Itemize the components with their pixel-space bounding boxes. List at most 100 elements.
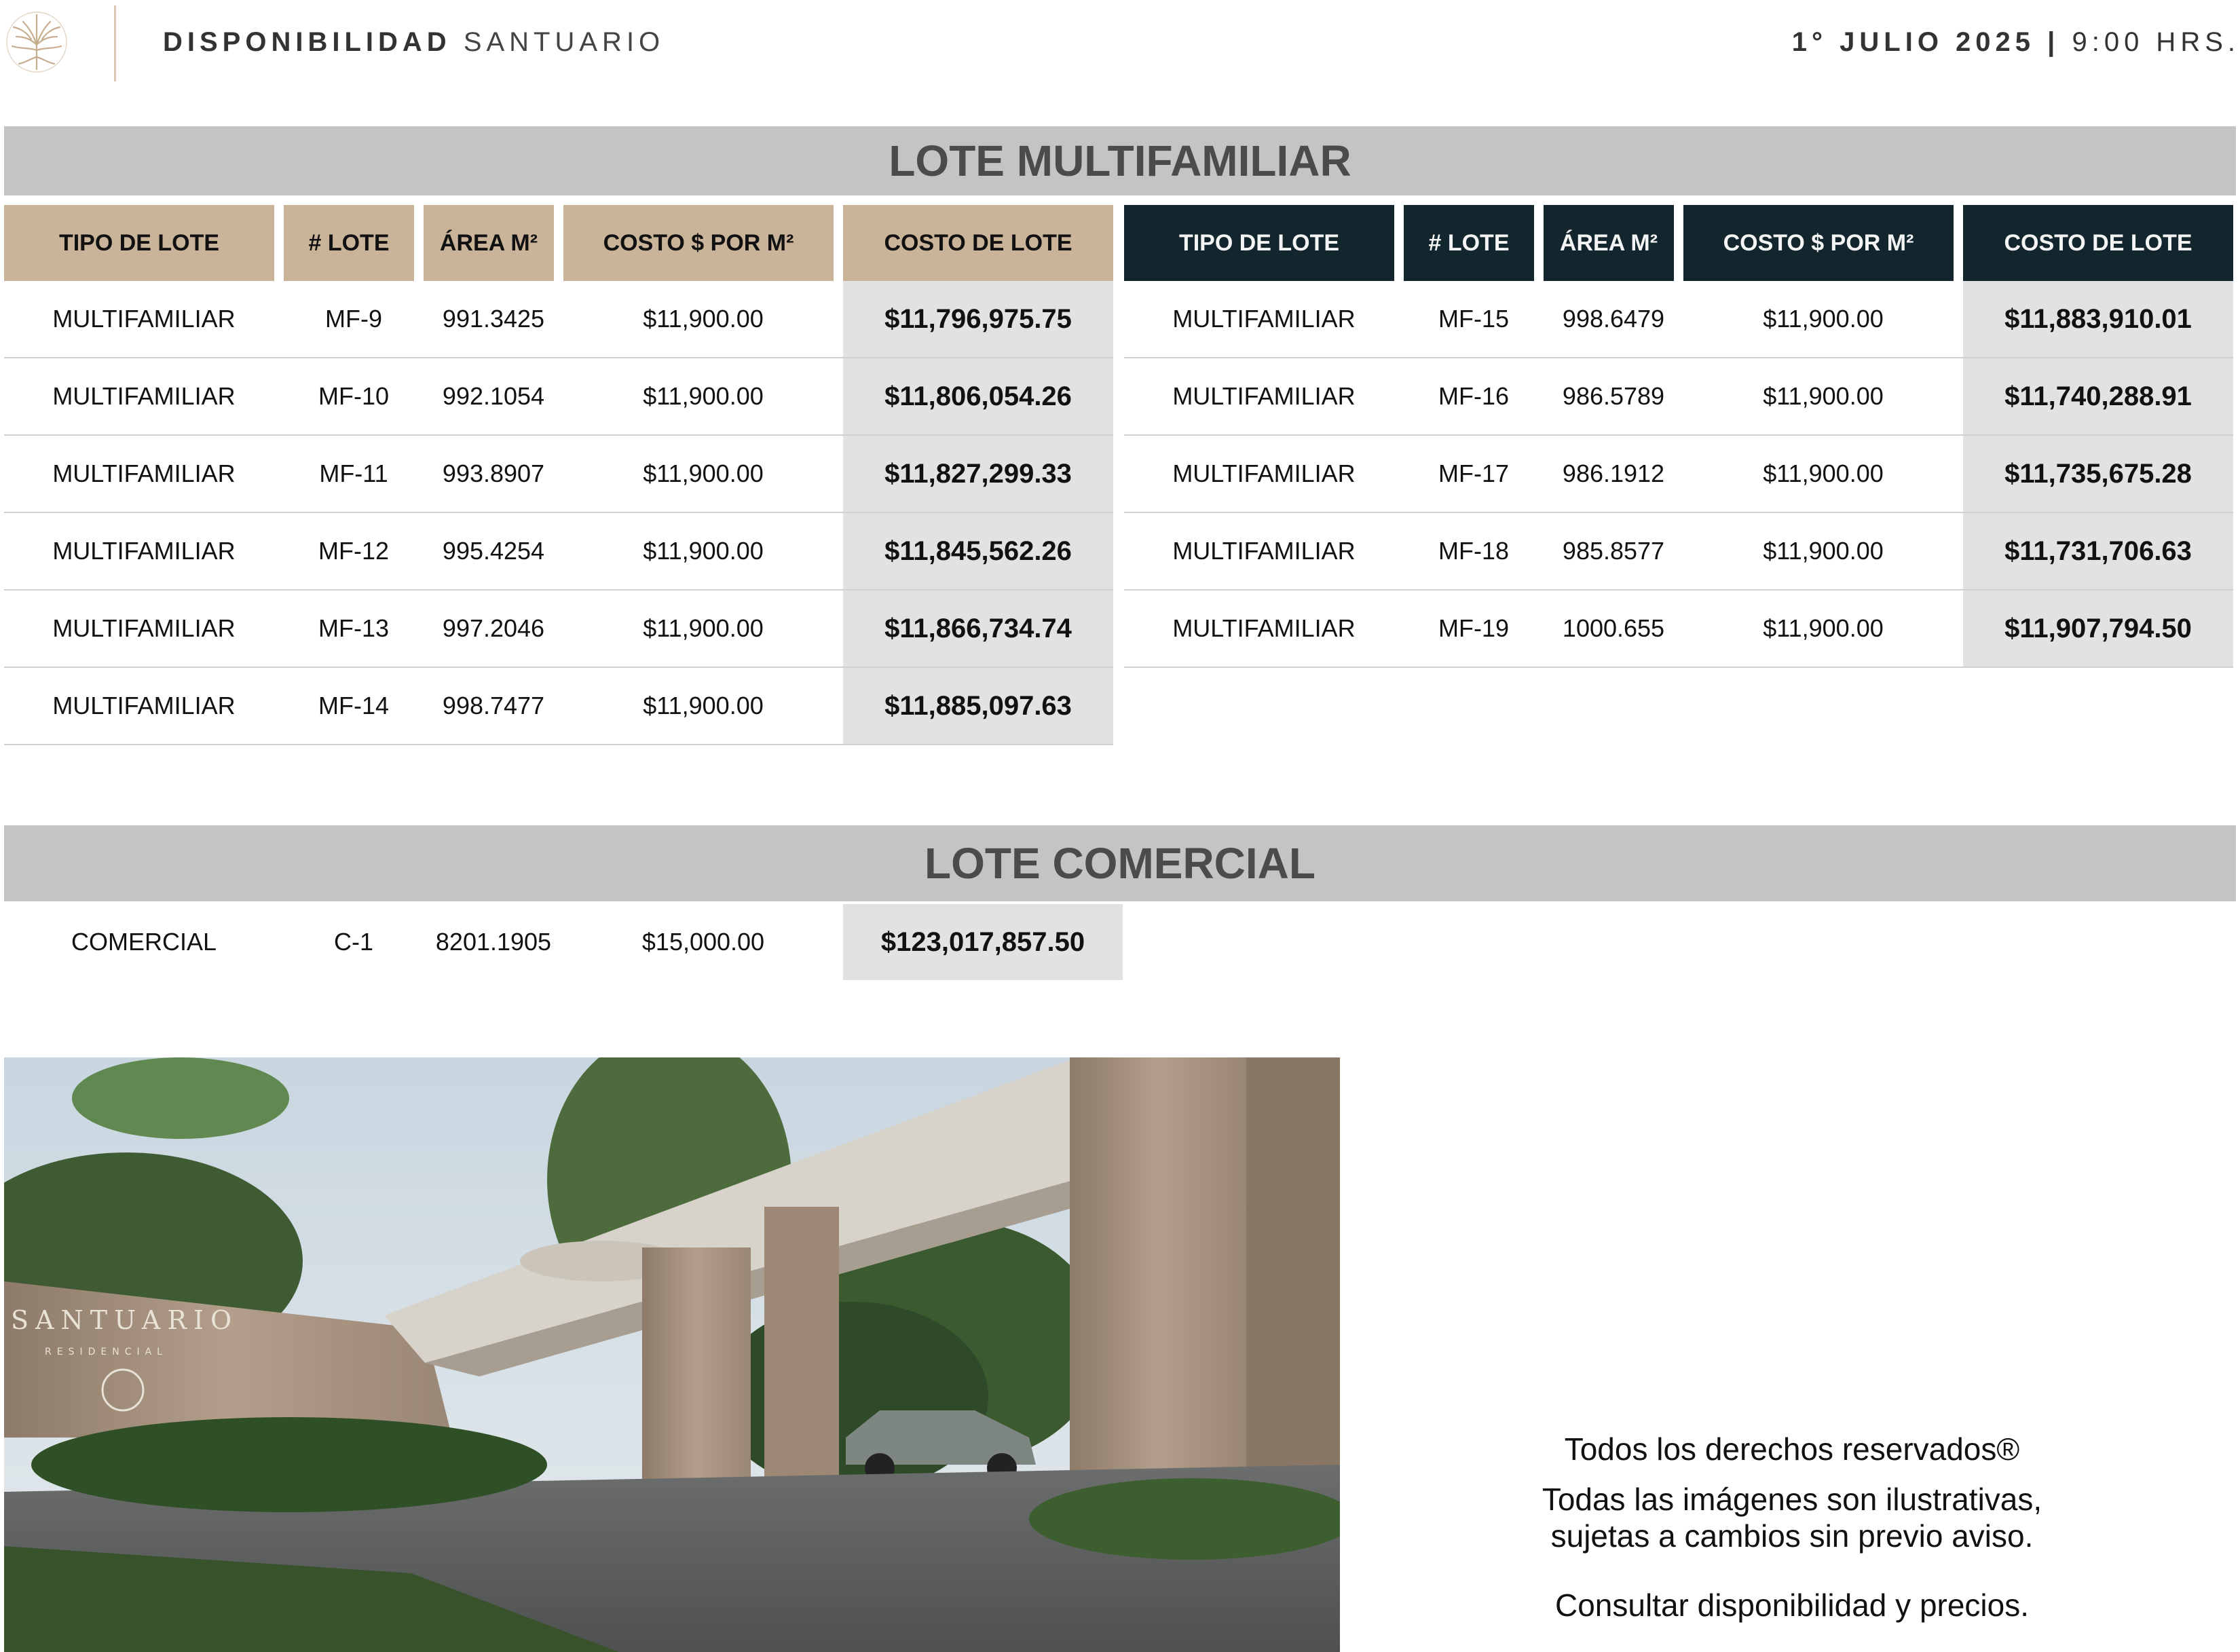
table-body: COMERCIAL C-1 8201.1905 $15,000.00 $123,017,…	[4, 904, 1123, 980]
lot-cost-cell: $11,735,675.28	[1963, 436, 2233, 513]
multifamiliar-table-left: TIPO DE LOTE # LOTE ÁREA M² COSTO $ POR M² C…	[4, 205, 1113, 745]
entrance-rendering-image: SANTUARIO RESIDENCIAL	[4, 1057, 1340, 1652]
price-per-m2-cell: $11,900.00	[1683, 436, 1963, 513]
lot-number-cell: MF-19	[1404, 590, 1544, 668]
lot-type-cell: MULTIFAMILIAR	[1124, 281, 1404, 358]
lot-type-cell: MULTIFAMILIAR	[4, 281, 284, 358]
lot-number-cell: MF-11	[284, 436, 424, 513]
column-header: # LOTE	[1404, 205, 1544, 281]
area-cell: 985.8577	[1544, 513, 1683, 590]
lot-type-cell: MULTIFAMILIAR	[4, 358, 284, 436]
price-per-m2-cell: $11,900.00	[563, 358, 843, 436]
lot-number-cell: MF-18	[1404, 513, 1544, 590]
lot-type-cell: MULTIFAMILIAR	[1124, 590, 1404, 668]
lot-number-cell: C-1	[333, 928, 373, 956]
lot-number-cell: MF-12	[284, 513, 424, 590]
area-cell: 8201.1905	[435, 928, 552, 956]
lot-cost-cell: $11,806,054.26	[843, 358, 1113, 436]
area-cell: 998.6479	[1544, 281, 1683, 358]
price-per-m2-cell: $11,900.00	[1683, 281, 1963, 358]
table-row: MULTIFAMILIAR MF-10 992.1054 $11,900.00 $11,…	[4, 358, 1113, 436]
column-header: COSTO DE LOTE	[843, 205, 1113, 281]
table-row: MULTIFAMILIAR MF-13 997.2046 $11,900.00 $11,…	[4, 590, 1113, 668]
column-header: ÁREA M²	[1544, 205, 1683, 281]
legal-notes: Todos los derechos reservados® Todas las…	[1385, 1431, 2199, 1623]
area-cell: 998.7477	[424, 668, 563, 745]
price-per-m2-cell: $15,000.00	[641, 928, 765, 956]
table-row: MULTIFAMILIAR MF-18 985.8577 $11,900.00 $11,…	[1124, 513, 2233, 590]
area-cell: 993.8907	[424, 436, 563, 513]
lot-number-cell: MF-15	[1404, 281, 1544, 358]
table-row: MULTIFAMILIAR MF-15 998.6479 $11,900.00 $11,…	[1124, 281, 2233, 358]
lot-cost-cell: $11,885,097.63	[843, 668, 1113, 745]
area-cell: 997.2046	[424, 590, 563, 668]
lot-type-cell: MULTIFAMILIAR	[1124, 358, 1404, 436]
price-per-m2-cell: $11,900.00	[1683, 513, 1963, 590]
lot-cost-cell: $11,731,706.63	[1963, 513, 2233, 590]
lot-type-cell: MULTIFAMILIAR	[4, 436, 284, 513]
header-date: 1° JULIO 2025 | 9:00 HRS.	[1792, 27, 2240, 58]
area-cell: 992.1054	[424, 358, 563, 436]
page-title-project: SANTUARIO	[463, 27, 665, 57]
lot-type-cell: COMERCIAL	[71, 928, 217, 956]
lot-type-cell: MULTIFAMILIAR	[4, 668, 284, 745]
area-cell: 991.3425	[424, 281, 563, 358]
lot-number-cell: MF-10	[284, 358, 424, 436]
lot-cost-cell: $11,883,910.01	[1963, 281, 2233, 358]
lot-number-cell: MF-16	[1404, 358, 1544, 436]
santuario-tree-logo-icon	[6, 12, 67, 73]
price-per-m2-cell: $11,900.00	[563, 281, 843, 358]
page-title-bold: DISPONIBILIDAD	[163, 27, 451, 57]
column-header: COSTO $ POR M²	[1683, 205, 1963, 281]
column-header: # LOTE	[284, 205, 424, 281]
column-header: COSTO $ POR M²	[563, 205, 843, 281]
price-per-m2-cell: $11,900.00	[563, 590, 843, 668]
header-date-day: 1° JULIO 2025	[1791, 27, 2036, 57]
table-row: MULTIFAMILIAR MF-19 1000.655 $11,900.00 $11,…	[1124, 590, 2233, 668]
table-row: MULTIFAMILIAR MF-17 986.1912 $11,900.00 $11,…	[1124, 436, 2233, 513]
lot-type-cell: MULTIFAMILIAR	[1124, 436, 1404, 513]
table-row: MULTIFAMILIAR MF-12 995.4254 $11,900.00 $11,…	[4, 513, 1113, 590]
header-date-separator: |	[2035, 27, 2072, 57]
area-cell: 1000.655	[1544, 590, 1683, 668]
lot-number-cell: MF-13	[284, 590, 424, 668]
column-header: TIPO DE LOTE	[1124, 205, 1404, 281]
rights-reserved-text: Todos los derechos reservados®	[1564, 1431, 2020, 1467]
table-row: MULTIFAMILIAR MF-16 986.5789 $11,900.00 $11,…	[1124, 358, 2233, 436]
lot-cost-cell: $11,796,975.75	[843, 281, 1113, 358]
table-row: MULTIFAMILIAR MF-9 991.3425 $11,900.00 $11,7…	[4, 281, 1113, 358]
illustrative-text-1: Todas las imágenes son ilustrativas,	[1542, 1482, 2042, 1517]
price-per-m2-cell: $11,900.00	[1683, 358, 1963, 436]
header-date-time: 9:00 HRS.	[2072, 27, 2240, 57]
lot-type-cell: MULTIFAMILIAR	[1124, 513, 1404, 590]
price-per-m2-cell: $11,900.00	[563, 513, 843, 590]
price-per-m2-cell: $11,900.00	[1683, 590, 1963, 668]
table-body: MULTIFAMILIAR MF-9 991.3425 $11,900.00 $11,7…	[4, 281, 1113, 745]
section-title-comercial: LOTE COMERCIAL	[4, 825, 2236, 901]
header-divider	[114, 5, 116, 81]
section-title-multifamiliar: LOTE MULTIFAMILIAR	[4, 126, 2236, 195]
availability-text: Consultar disponibilidad y precios.	[1554, 1588, 2030, 1623]
lot-cost-cell: $123,017,857.50	[843, 904, 1123, 980]
lot-number-cell: MF-17	[1404, 436, 1544, 513]
table-body: MULTIFAMILIAR MF-15 998.6479 $11,900.00 $11,…	[1124, 281, 2233, 668]
photo-sign-sub: RESIDENCIAL	[45, 1347, 168, 1357]
illustrative-text-2: sujetas a cambios sin previo aviso.	[1550, 1518, 2034, 1554]
multifamiliar-table-right: TIPO DE LOTE # LOTE ÁREA M² COSTO $ POR M² C…	[1124, 205, 2233, 668]
lot-type-cell: MULTIFAMILIAR	[4, 590, 284, 668]
area-cell: 986.5789	[1544, 358, 1683, 436]
page-title: DISPONIBILIDAD SANTUARIO	[163, 27, 665, 58]
lot-cost-cell: $11,866,734.74	[843, 590, 1113, 668]
lot-cost-cell: $11,845,562.26	[843, 513, 1113, 590]
table-row: MULTIFAMILIAR MF-14 998.7477 $11,900.00 $11,…	[4, 668, 1113, 745]
lot-number-cell: MF-9	[284, 281, 424, 358]
area-cell: 995.4254	[424, 513, 563, 590]
table-row: MULTIFAMILIAR MF-11 993.8907 $11,900.00 $11,…	[4, 436, 1113, 513]
column-header: ÁREA M²	[424, 205, 563, 281]
lot-cost-cell: $11,907,794.50	[1963, 590, 2233, 668]
table-header-row: TIPO DE LOTE # LOTE ÁREA M² COSTO $ POR M² C…	[1124, 205, 2233, 281]
lot-type-cell: MULTIFAMILIAR	[4, 513, 284, 590]
price-per-m2-cell: $11,900.00	[563, 436, 843, 513]
lot-cost-cell: $11,740,288.91	[1963, 358, 2233, 436]
photo-sign-name: SANTUARIO	[11, 1305, 238, 1335]
